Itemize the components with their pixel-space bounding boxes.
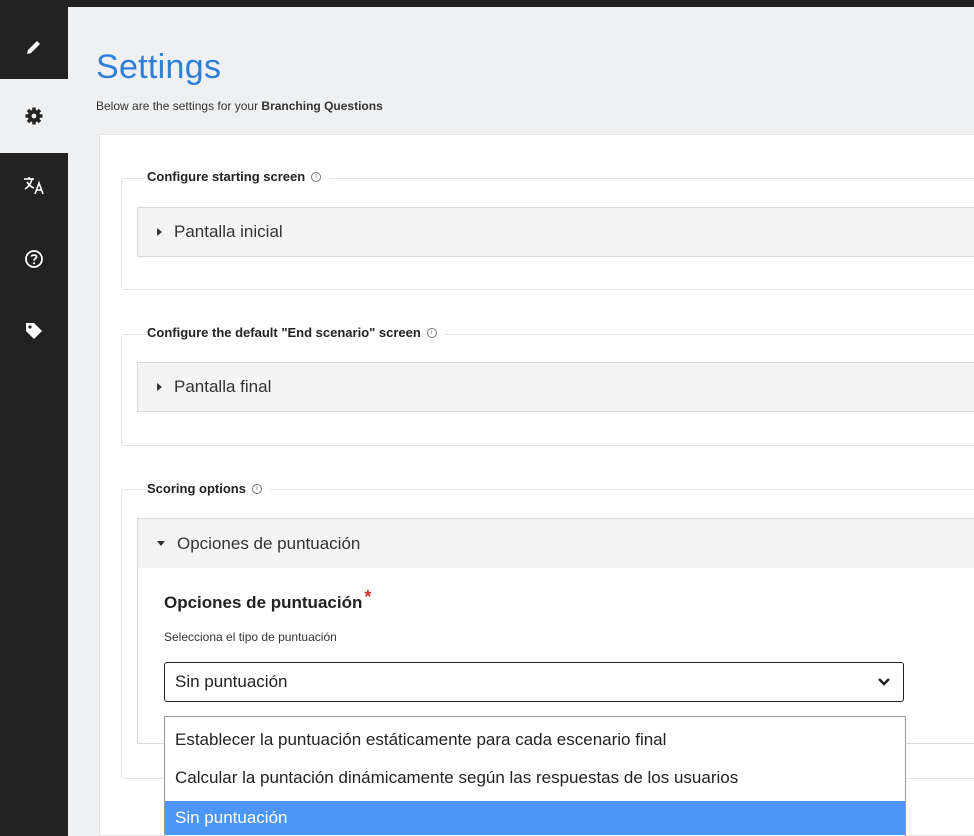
scoring-legend: Scoring options i bbox=[147, 481, 270, 496]
group-label: Pantalla final bbox=[174, 377, 272, 396]
caret-right-icon bbox=[157, 383, 162, 391]
sidebar-item-settings[interactable] bbox=[0, 79, 68, 153]
page-title: Settings bbox=[96, 48, 222, 86]
required-mark: * bbox=[364, 587, 372, 607]
info-icon[interactable]: i bbox=[251, 483, 262, 494]
chevron-down-icon bbox=[877, 672, 891, 692]
tag-icon bbox=[24, 321, 44, 341]
starting-screen-group[interactable]: Pantalla inicial bbox=[137, 207, 974, 257]
help-icon bbox=[24, 249, 44, 269]
scoring-select[interactable]: Sin puntuación bbox=[164, 662, 904, 702]
scoring-field-label: Opciones de puntuación * bbox=[164, 587, 371, 613]
legend-text: Configure the default "End scenario" scr… bbox=[147, 325, 421, 340]
dropdown-option[interactable]: Calcular la puntación dinámicamente segú… bbox=[165, 761, 905, 795]
sidebar-item-help[interactable] bbox=[0, 227, 68, 291]
sidebar bbox=[0, 7, 68, 836]
legend-text: Configure starting screen bbox=[147, 169, 306, 184]
scoring-dropdown-list: Establecer la puntuación estáticamente p… bbox=[164, 716, 906, 836]
info-icon[interactable]: i bbox=[311, 171, 322, 182]
subtitle-text: Below are the settings for your bbox=[96, 99, 262, 113]
select-value: Sin puntuación bbox=[175, 672, 288, 691]
end-screen-legend: Configure the default "End scenario" scr… bbox=[147, 325, 445, 340]
content-type-name: Branching Questions bbox=[261, 99, 383, 113]
gear-icon bbox=[24, 106, 44, 126]
field-label-text: Opciones de puntuación bbox=[164, 593, 363, 612]
starting-screen-legend: Configure starting screen i bbox=[147, 169, 330, 184]
dropdown-option-selected[interactable]: Sin puntuación bbox=[165, 801, 905, 835]
sidebar-item-translations[interactable] bbox=[0, 153, 68, 217]
top-border bbox=[0, 0, 974, 7]
group-label: Opciones de puntuación bbox=[177, 533, 361, 553]
end-screen-group[interactable]: Pantalla final bbox=[137, 362, 974, 412]
scoring-field-description: Selecciona el tipo de puntuación bbox=[164, 630, 337, 644]
info-icon[interactable]: i bbox=[426, 327, 437, 338]
group-label: Pantalla inicial bbox=[174, 222, 283, 241]
scoring-group[interactable]: Opciones de puntuación bbox=[137, 518, 974, 569]
dropdown-option[interactable]: Establecer la puntuación estáticamente p… bbox=[165, 723, 905, 757]
page-subtitle: Below are the settings for your Branchin… bbox=[96, 99, 383, 113]
sidebar-item-metadata[interactable] bbox=[0, 299, 68, 363]
pencil-icon bbox=[25, 38, 43, 56]
legend-text: Scoring options bbox=[147, 481, 246, 496]
caret-right-icon bbox=[157, 228, 162, 236]
sidebar-item-editor[interactable] bbox=[0, 15, 68, 79]
translate-icon bbox=[23, 175, 45, 195]
caret-down-icon bbox=[157, 541, 165, 546]
